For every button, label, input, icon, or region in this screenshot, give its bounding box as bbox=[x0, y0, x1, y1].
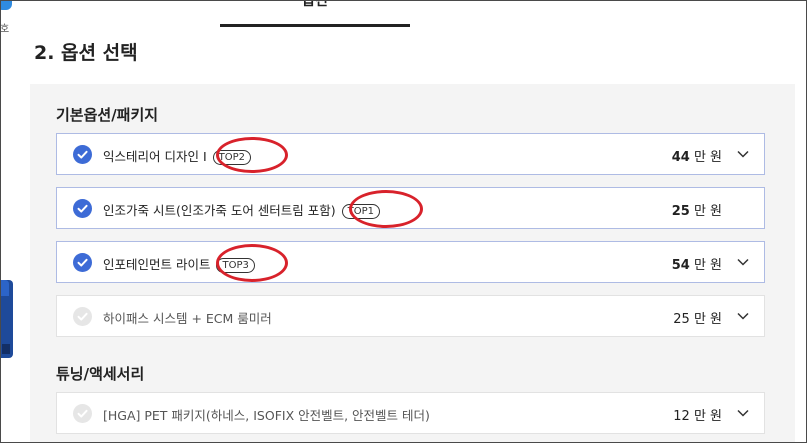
price-value: 54 bbox=[671, 258, 690, 273]
option-row-infotainment-lite[interactable]: 인포테인먼트 라이트 TOP3 54 만 원 bbox=[56, 241, 765, 283]
checked-icon[interactable] bbox=[73, 199, 92, 218]
tab-4[interactable] bbox=[620, 0, 807, 17]
group-title-tuning: 튜닝/액세서리 bbox=[56, 365, 145, 383]
option-row-hipass-ecm[interactable]: 하이패스 시스템 + ECM 룸미러 25 만 원 bbox=[56, 295, 765, 337]
option-price: 25 만 원 bbox=[673, 308, 722, 327]
chevron-down-icon[interactable] bbox=[736, 256, 750, 268]
chevron-down-icon[interactable] bbox=[736, 310, 750, 322]
checked-icon[interactable] bbox=[73, 145, 92, 164]
price-unit: 만 원 bbox=[693, 312, 722, 327]
rank-badge: TOP1 bbox=[341, 204, 381, 219]
unchecked-icon[interactable] bbox=[73, 307, 92, 326]
option-row-leather-seat[interactable]: 인조가죽 시트(인조가죽 도어 센터트림 포함) TOP1 25 만 원 bbox=[56, 187, 765, 229]
option-label: 하이패스 시스템 + ECM 룸미러 bbox=[103, 311, 272, 326]
option-price: 12 만 원 bbox=[673, 405, 722, 424]
option-label: [HGA] PET 패키지(하네스, ISOFIX 안전벨트, 안전벨트 테더) bbox=[103, 408, 430, 423]
chevron-down-icon[interactable] bbox=[736, 407, 750, 419]
group-title-basic: 기본옵션/패키지 bbox=[56, 106, 159, 124]
price-value: 44 bbox=[671, 150, 690, 165]
checked-icon[interactable] bbox=[73, 253, 92, 272]
price-value: 25 bbox=[673, 312, 690, 327]
price-unit: 만 원 bbox=[693, 204, 722, 219]
option-label: 인포테인먼트 라이트 bbox=[103, 257, 211, 272]
step-tabs: 옵션 bbox=[30, 0, 795, 27]
option-price: 25 만 원 bbox=[672, 200, 722, 219]
unchecked-icon[interactable] bbox=[73, 404, 92, 423]
product-image bbox=[0, 280, 13, 358]
option-label: 익스테리어 디자인 I bbox=[103, 149, 207, 164]
option-price: 44 만 원 bbox=[672, 146, 722, 165]
section-title: 2. 옵션 선택 bbox=[34, 42, 138, 64]
price-unit: 만 원 bbox=[693, 150, 722, 165]
rank-badge: TOP2 bbox=[212, 150, 252, 165]
option-row-pet-package[interactable]: [HGA] PET 패키지(하네스, ISOFIX 안전벨트, 안전벨트 테더)… bbox=[56, 392, 765, 434]
chevron-down-icon[interactable] bbox=[736, 148, 750, 160]
price-value: 12 bbox=[673, 409, 690, 424]
option-label: 인조가죽 시트(인조가죽 도어 센터트림 포함) bbox=[103, 203, 336, 218]
price-value: 25 bbox=[671, 204, 690, 219]
price-unit: 만 원 bbox=[693, 409, 722, 424]
tab-3[interactable] bbox=[430, 0, 620, 17]
option-price: 54 만 원 bbox=[672, 254, 722, 273]
tab-1[interactable] bbox=[30, 0, 220, 17]
active-tab-indicator bbox=[220, 24, 410, 27]
rank-badge: TOP3 bbox=[216, 258, 255, 273]
brand-logo-icon bbox=[0, 0, 12, 10]
price-unit: 만 원 bbox=[693, 258, 722, 273]
option-row-exterior-design[interactable]: 익스테리어 디자인 I TOP2 44 만 원 bbox=[56, 133, 765, 175]
left-partial-panel: 호 bbox=[0, 0, 16, 443]
left-partial-label: 호 bbox=[0, 24, 10, 35]
tab-options[interactable]: 옵션 bbox=[220, 0, 410, 17]
